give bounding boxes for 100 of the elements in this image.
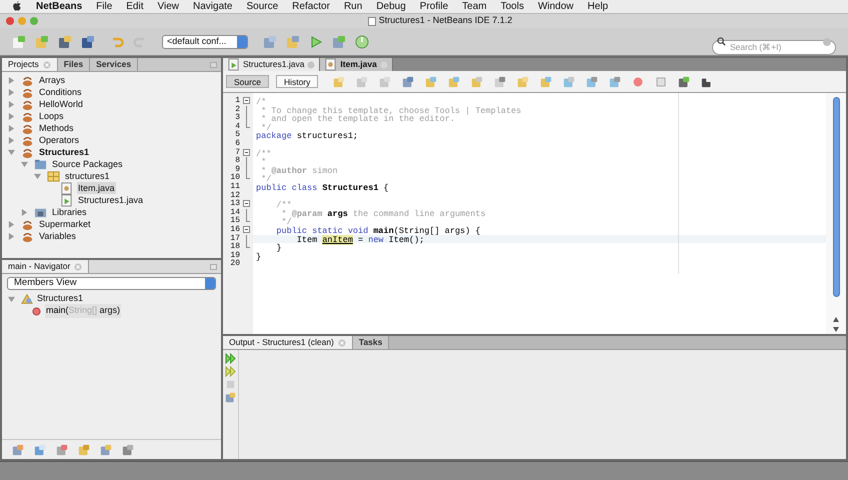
collapsed-caret-icon[interactable]	[8, 76, 15, 84]
line-number: 2	[234, 106, 240, 114]
view-mode-button[interactable]: Source	[226, 75, 269, 88]
code-line: /**	[275, 200, 292, 210]
line-number: 14	[229, 208, 240, 217]
rerun-icon[interactable]	[225, 366, 236, 377]
collapsed-caret-icon[interactable]	[8, 100, 15, 108]
code-line: /*	[256, 97, 266, 107]
code-line: */	[282, 217, 292, 228]
tree-item[interactable]: Structures1.java	[77, 194, 144, 206]
fold-toggle-icon[interactable]	[243, 226, 250, 233]
collapsed-caret-icon[interactable]	[8, 220, 15, 228]
menu-item[interactable]: Source	[246, 0, 278, 14]
code-line: * To change this template, choose Tools | Templates	[260, 106, 522, 116]
menu-item[interactable]: Debug	[376, 0, 406, 14]
tree-item[interactable]: Structures1	[37, 292, 84, 306]
menu-item[interactable]: Profile	[420, 0, 448, 14]
menu-item[interactable]: File	[96, 0, 112, 14]
line-number: 18	[229, 243, 240, 252]
line-number: 3	[234, 114, 240, 122]
menu-item[interactable]: Refactor	[292, 0, 330, 14]
clear-icon[interactable]	[823, 38, 831, 46]
minimize-icon[interactable]	[210, 62, 217, 68]
menu-item[interactable]: Tools	[500, 0, 524, 14]
menu-item[interactable]: Help	[588, 0, 608, 14]
editor-tab[interactable]: Item.java	[320, 58, 393, 71]
panel-tab[interactable]: Projects	[2, 58, 58, 71]
expanded-caret-icon[interactable]	[8, 148, 15, 156]
menu-item[interactable]: Team	[462, 0, 487, 14]
stop-icon[interactable]	[655, 76, 668, 88]
stop-icon[interactable]	[225, 379, 236, 390]
fold-toggle-icon[interactable]	[243, 97, 250, 104]
profile-icon[interactable]	[355, 34, 369, 48]
expanded-caret-icon[interactable]	[34, 172, 41, 180]
scrollbar-thumb[interactable]	[832, 97, 840, 297]
view-mode-button[interactable]: History	[276, 75, 318, 88]
close-icon[interactable]	[307, 60, 316, 68]
tree-item[interactable]: Structures1	[38, 146, 90, 158]
expanded-caret-icon[interactable]	[21, 160, 28, 168]
apple-icon[interactable]	[12, 1, 22, 12]
menu-item[interactable]: Navigate	[193, 0, 232, 14]
search-field[interactable]: Search (⌘+I)	[712, 40, 836, 54]
tree-item[interactable]: main(String[] args)	[45, 304, 122, 318]
tree-item[interactable]: Conditions	[38, 86, 83, 98]
minimize-window-button[interactable]	[18, 17, 26, 25]
view-dropdown[interactable]: Members View	[7, 277, 216, 290]
menu-item[interactable]: Window	[538, 0, 574, 14]
class-icon	[21, 293, 33, 305]
tree-item[interactable]: Methods	[38, 122, 75, 134]
collapsed-caret-icon[interactable]	[21, 208, 28, 216]
panel-tab[interactable]: Tasks	[352, 336, 390, 349]
zoom-window-button[interactable]	[30, 17, 38, 25]
line-number: 4	[234, 122, 240, 131]
tree-item[interactable]: Operators	[38, 134, 80, 146]
panel-tab[interactable]: Files	[58, 58, 90, 71]
tree-item[interactable]: Item.java	[77, 182, 116, 194]
rerun-icon[interactable]	[225, 353, 236, 364]
tree-item[interactable]: Variables	[38, 230, 77, 242]
panel-tab[interactable]: Output - Structures1 (clean)	[223, 336, 353, 349]
line-number: 16	[229, 226, 240, 234]
tree-item[interactable]: Loops	[38, 110, 65, 122]
code-line: package structures1;	[256, 131, 358, 142]
run-icon[interactable]	[309, 34, 323, 48]
collapsed-caret-icon[interactable]	[8, 136, 15, 144]
menu-item[interactable]: Edit	[126, 0, 144, 14]
collapsed-caret-icon[interactable]	[8, 124, 15, 132]
tree-item[interactable]: Source Packages	[51, 158, 124, 170]
window-title: Structures1 - NetBeans IDE 7.1.2	[378, 14, 512, 28]
code-line: public static void main(String[] args) {	[275, 226, 480, 236]
fold-toggle-icon[interactable]	[243, 148, 250, 156]
code-line: /**	[256, 148, 272, 159]
tree-item[interactable]: HelloWorld	[38, 98, 84, 110]
close-icon[interactable]	[42, 60, 51, 68]
line-number: 10	[229, 174, 240, 182]
close-icon[interactable]	[338, 338, 346, 346]
menu-item[interactable]: View	[158, 0, 179, 14]
collapsed-caret-icon[interactable]	[8, 88, 15, 96]
editor-tab[interactable]: Structures1.java	[223, 58, 320, 71]
collapsed-caret-icon[interactable]	[8, 232, 15, 240]
line-number: 13	[229, 200, 240, 208]
menu-item[interactable]: Run	[344, 0, 362, 14]
tree-item[interactable]: Arrays	[38, 74, 66, 86]
expanded-caret-icon[interactable]	[8, 296, 15, 302]
configuration-dropdown[interactable]: <default conf...	[162, 34, 248, 48]
line-number: 11	[229, 182, 240, 192]
collapsed-caret-icon[interactable]	[8, 112, 15, 120]
fold-toggle-icon[interactable]	[243, 200, 250, 208]
panel-tab[interactable]: main - Navigator	[2, 260, 90, 273]
tree-item[interactable]: Libraries	[51, 206, 88, 218]
scroll-up-icon[interactable]	[833, 317, 839, 323]
tree-item[interactable]: structures1	[64, 170, 111, 182]
tree-item[interactable]: Supermarket	[38, 218, 92, 230]
record-icon[interactable]	[632, 76, 644, 88]
code-line: */	[261, 122, 272, 133]
minimize-icon[interactable]	[210, 264, 217, 270]
close-icon[interactable]	[74, 262, 82, 270]
scroll-down-icon[interactable]	[833, 326, 839, 332]
java-file-icon	[60, 194, 73, 206]
app-menu[interactable]: NetBeans	[36, 0, 82, 14]
close-window-button[interactable]	[6, 17, 14, 25]
